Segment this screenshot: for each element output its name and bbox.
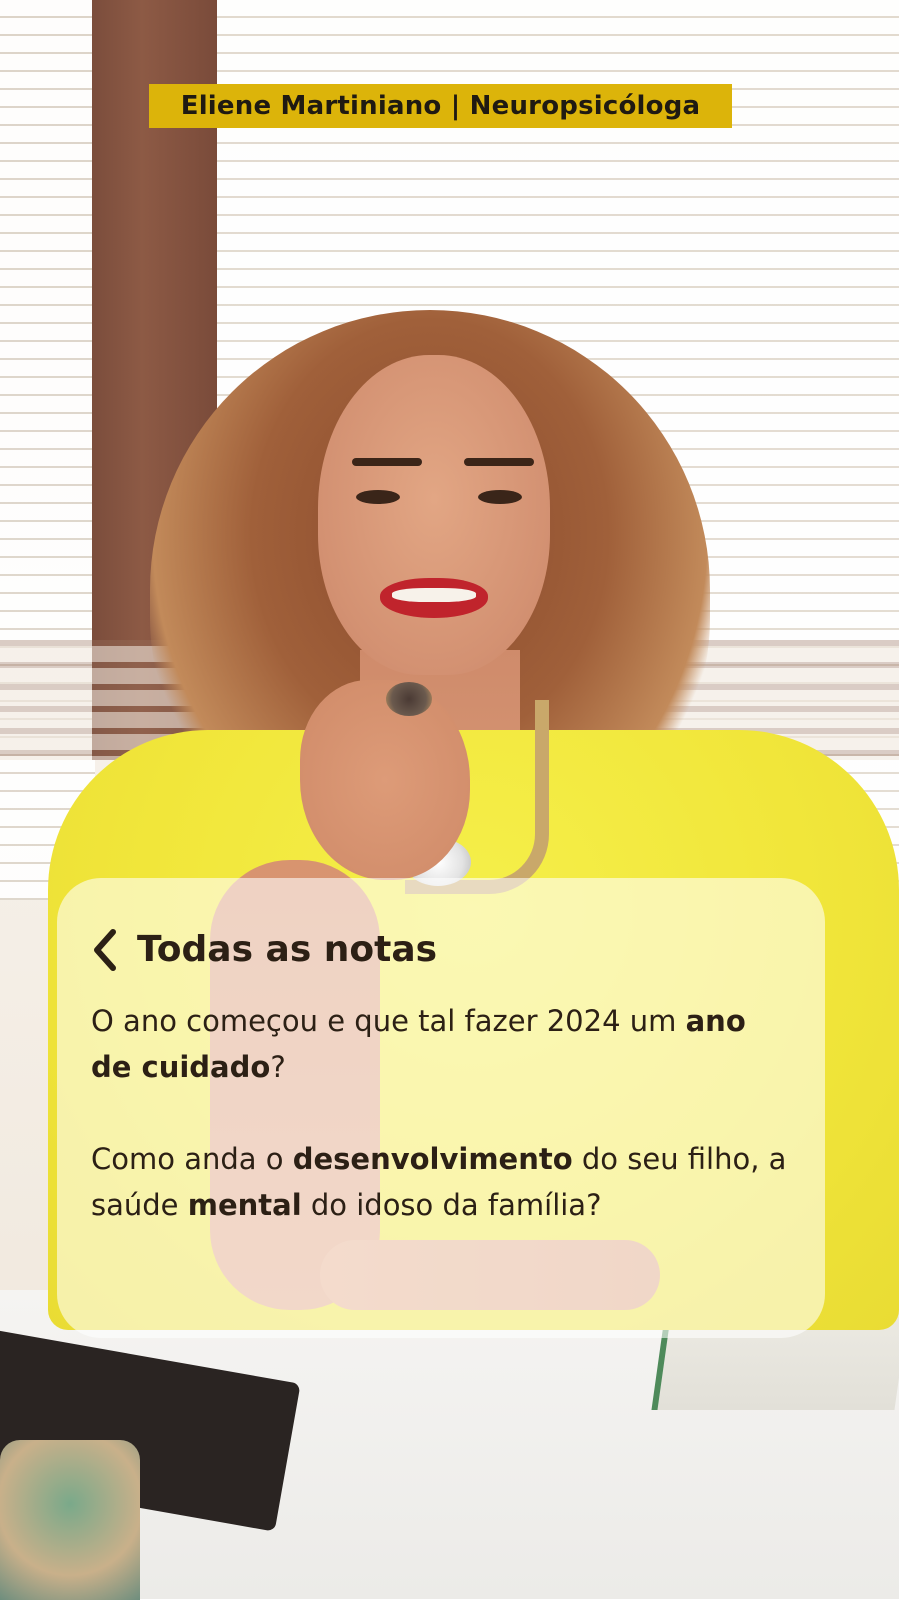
back-label[interactable]: Todas as notas: [137, 928, 437, 972]
note-paragraph: O ano começou e que tal fazer 2024 um an…: [91, 998, 791, 1090]
chevron-left-icon[interactable]: [91, 928, 121, 972]
note-paragraph: Como anda o desenvolvimento do seu filho…: [91, 1136, 791, 1228]
person-face: [318, 355, 550, 675]
person-eye-left: [356, 490, 400, 504]
note-body: O ano começou e que tal fazer 2024 um an…: [91, 998, 791, 1228]
person-smile: [392, 588, 476, 602]
bold-text: mental: [187, 1188, 302, 1222]
person-eyebrow-right: [464, 458, 534, 466]
person-eye-right: [478, 490, 522, 504]
bold-text: desenvolvimento: [292, 1142, 573, 1176]
text-span: ?: [270, 1050, 286, 1084]
text-span: O ano começou e que tal fazer 2024 um: [91, 1004, 686, 1038]
text-span: do idoso da família?: [301, 1188, 602, 1222]
person-hand: [300, 680, 470, 880]
decor-object: [0, 1440, 140, 1600]
text-span: Como anda o: [91, 1142, 293, 1176]
person-eyebrow-left: [352, 458, 422, 466]
back-to-notes-button[interactable]: Todas as notas: [91, 928, 791, 972]
window-blinds-left: [0, 0, 95, 900]
page-title: Eliene Martiniano | Neuropsicóloga: [149, 84, 732, 128]
notes-card: Todas as notas O ano começou e que tal f…: [57, 878, 825, 1338]
ring: [386, 682, 432, 716]
background-photo: [0, 0, 899, 1600]
